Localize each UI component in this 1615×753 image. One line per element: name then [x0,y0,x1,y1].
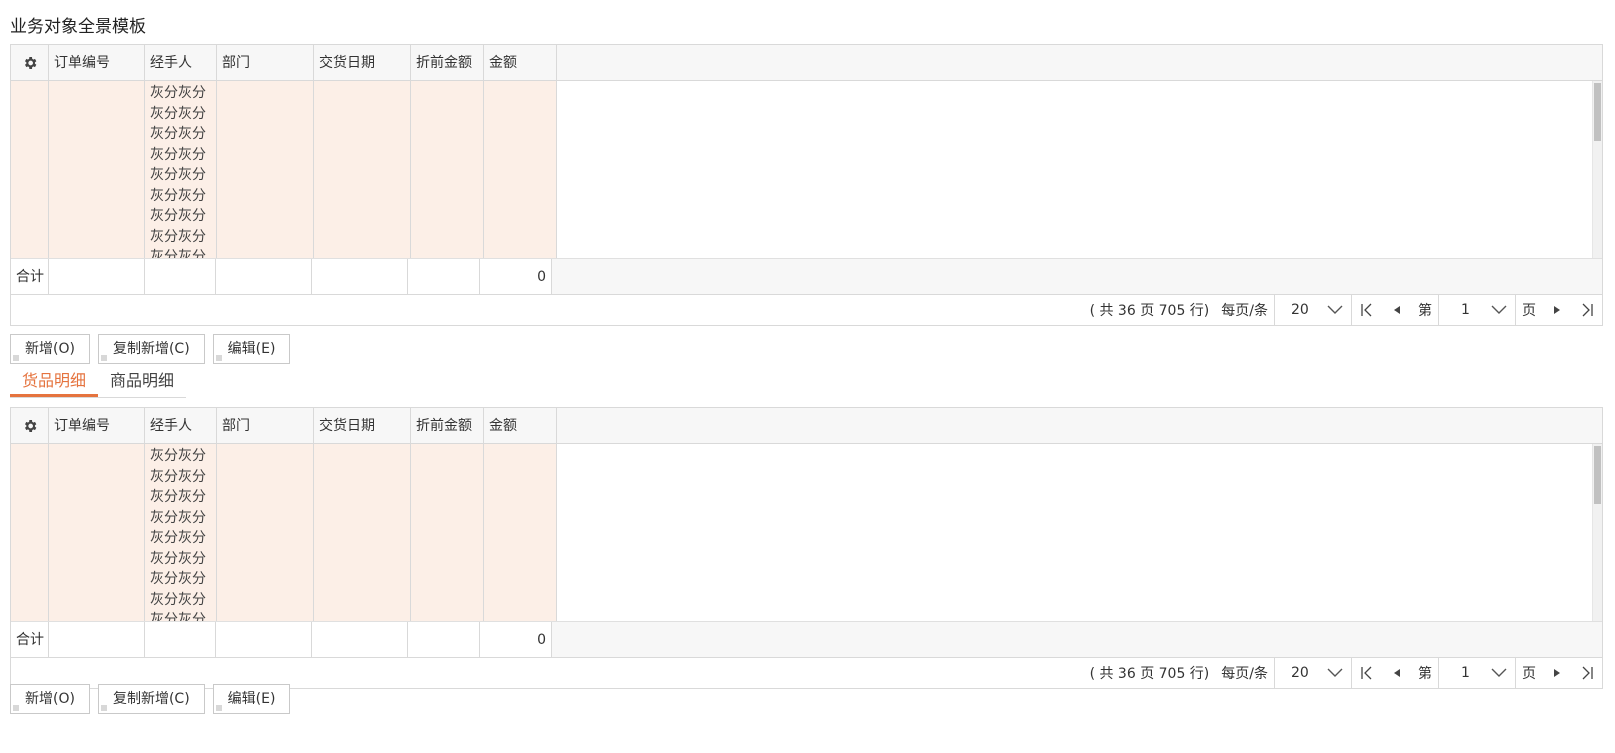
page-prefix: 第 [1418,666,1432,682]
prev-page-icon [1394,306,1400,314]
grid-header: 订单编号 经手人 部门 交货日期 折前金额 金额 [11,408,1602,444]
column-header-pre-discount-amount[interactable]: 折前金额 [411,408,484,443]
chevron-down-icon [1491,305,1507,314]
column-header-order-no[interactable]: 订单编号 [49,408,145,443]
vertical-scrollbar[interactable] [1592,444,1602,621]
page-suffix: 页 [1522,666,1536,682]
page-number-select[interactable]: 1 [1438,658,1516,688]
total-row: 合计 0 [11,259,1602,295]
main-grid: 订单编号 经手人 部门 交货日期 折前金额 金额 灰分灰分灰分灰分灰分灰分灰分灰… [10,44,1603,326]
toolbar: 新增(O) 复制新增(C) 编辑(E) [10,684,291,714]
column-header-order-no[interactable]: 订单编号 [49,45,145,80]
add-button[interactable]: 新增(O) [10,334,90,364]
pagination: ( 共 36 页 705 行) 每页/条 20 第 1 页 [11,295,1602,325]
handler-cell: 灰分灰分灰分灰分灰分灰分灰分灰分灰分灰分灰分灰分灰分灰分灰分灰分灰分灰分 [150,448,206,621]
detail-tabs: 货品明细 商品明细 [10,367,187,398]
last-page-button[interactable] [1572,295,1602,325]
handler-cell: 灰分灰分灰分灰分灰分灰分灰分灰分灰分灰分灰分灰分灰分灰分灰分灰分灰分灰分 [150,85,206,258]
first-page-button[interactable] [1352,295,1382,325]
column-header-amount[interactable]: 金额 [484,408,557,443]
total-label: 合计 [11,259,49,294]
chevron-down-icon [1327,305,1343,314]
tab-goods-detail[interactable]: 货品明细 [10,367,99,397]
column-header-department[interactable]: 部门 [217,408,314,443]
dropdown-corner-icon [13,355,19,361]
per-page-label: 每页/条 [1221,303,1268,319]
next-page-icon [1554,306,1560,314]
dropdown-corner-icon [215,705,222,711]
gear-icon [24,56,36,69]
column-header-handler[interactable]: 经手人 [145,408,217,443]
column-header-delivery-date[interactable]: 交货日期 [314,45,411,80]
per-page-label: 每页/条 [1221,666,1268,682]
page-prefix: 第 [1418,303,1432,319]
page-number-select[interactable]: 1 [1438,295,1516,325]
next-page-button[interactable] [1542,295,1572,325]
prev-page-button[interactable] [1382,658,1412,688]
first-page-button[interactable] [1352,658,1382,688]
column-header-amount[interactable]: 金额 [484,45,557,80]
column-settings-button[interactable] [11,408,49,443]
total-label: 合计 [11,622,49,657]
column-settings-button[interactable] [11,45,49,80]
last-page-button[interactable] [1572,658,1602,688]
dropdown-corner-icon [100,355,107,361]
dropdown-corner-icon [100,705,107,711]
last-page-icon [1582,666,1593,680]
prev-page-icon [1394,669,1400,677]
pagination-info: ( 共 36 页 705 行) [1089,666,1210,682]
column-header-handler[interactable]: 经手人 [145,45,217,80]
column-header-department[interactable]: 部门 [217,45,314,80]
chevron-down-icon [1491,668,1507,677]
copy-add-button[interactable]: 复制新增(C) [97,334,205,364]
dropdown-corner-icon [215,355,222,361]
prev-page-button[interactable] [1382,295,1412,325]
tab-product-detail[interactable]: 商品明细 [98,367,186,397]
gear-icon [24,419,36,432]
chevron-down-icon [1327,668,1343,677]
column-header-pre-discount-amount[interactable]: 折前金额 [411,45,484,80]
table-row[interactable]: 灰分灰分灰分灰分灰分灰分灰分灰分灰分灰分灰分灰分灰分灰分灰分灰分灰分灰分 [11,81,1602,259]
copy-add-button[interactable]: 复制新增(C) [97,684,205,714]
edit-button[interactable]: 编辑(E) [212,684,291,714]
pagination-info: ( 共 36 页 705 行) [1089,303,1210,319]
next-page-button[interactable] [1542,658,1572,688]
total-amount: 0 [480,259,552,294]
page-size-select[interactable]: 20 [1274,295,1352,325]
next-page-icon [1554,669,1560,677]
grid-header: 订单编号 经手人 部门 交货日期 折前金额 金额 [11,45,1602,81]
edit-button[interactable]: 编辑(E) [212,334,291,364]
page-title: 业务对象全景模板 [10,17,146,37]
detail-grid: 订单编号 经手人 部门 交货日期 折前金额 金额 灰分灰分灰分灰分灰分灰分灰分灰… [10,407,1603,689]
last-page-icon [1582,303,1593,317]
page-size-select[interactable]: 20 [1274,658,1352,688]
total-row: 合计 0 [11,622,1602,658]
table-row[interactable]: 灰分灰分灰分灰分灰分灰分灰分灰分灰分灰分灰分灰分灰分灰分灰分灰分灰分灰分 [11,444,1602,622]
add-button[interactable]: 新增(O) [10,684,90,714]
total-amount: 0 [480,622,552,657]
column-header-delivery-date[interactable]: 交货日期 [314,408,411,443]
first-page-icon [1361,303,1372,317]
dropdown-corner-icon [13,705,19,711]
vertical-scrollbar[interactable] [1592,81,1602,258]
page-suffix: 页 [1522,303,1536,319]
first-page-icon [1361,666,1372,680]
toolbar: 新增(O) 复制新增(C) 编辑(E) [10,334,291,364]
